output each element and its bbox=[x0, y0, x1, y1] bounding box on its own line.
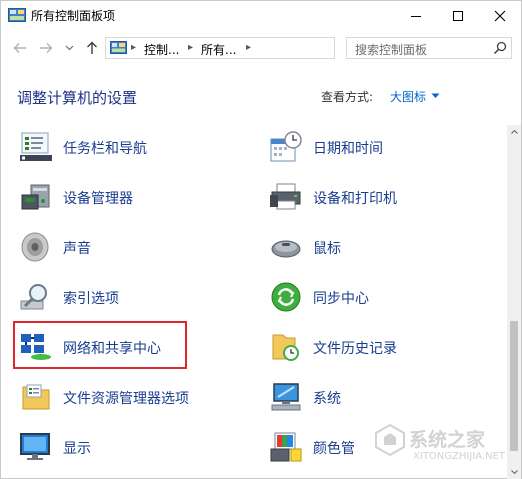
navigation-bar: ▸ 控制... ▸ 所有... ▸ 搜索控制面板 bbox=[1, 31, 521, 65]
up-arrow-icon bbox=[87, 41, 97, 54]
sync-icon bbox=[271, 282, 301, 312]
up-button[interactable] bbox=[83, 39, 101, 57]
item-label: 同步中心 bbox=[313, 291, 369, 307]
back-button[interactable] bbox=[11, 39, 29, 57]
item-system[interactable]: 系统 bbox=[269, 377, 469, 417]
search-icon[interactable] bbox=[493, 41, 507, 55]
window-title: 所有控制面板项 bbox=[31, 9, 116, 23]
forward-button[interactable] bbox=[37, 39, 55, 57]
view-by-label: 查看方式: bbox=[321, 90, 374, 104]
item-label: 显示 bbox=[63, 441, 91, 457]
title-bar: 所有控制面板项 bbox=[1, 1, 521, 31]
address-bar[interactable]: ▸ 控制... ▸ 所有... ▸ bbox=[105, 37, 432, 59]
calendar-clock-icon bbox=[270, 131, 302, 162]
color-management-icon bbox=[270, 432, 302, 462]
watermark: 系统之家 XITONGZHIJIA.NET bbox=[373, 419, 519, 475]
item-sync-center[interactable]: 同步中心 bbox=[269, 277, 469, 317]
item-label: 任务栏和导航 bbox=[63, 141, 147, 157]
file-history-icon bbox=[272, 334, 299, 361]
chevron-right-icon[interactable]: ▸ bbox=[188, 42, 193, 53]
item-devices-printers[interactable]: 设备和打印机 bbox=[269, 177, 469, 217]
recent-locations-button[interactable] bbox=[63, 39, 75, 57]
caret-down-icon[interactable] bbox=[431, 93, 440, 99]
control-panel-icon bbox=[110, 41, 127, 54]
item-label: 鼠标 bbox=[313, 241, 341, 257]
speaker-icon bbox=[21, 232, 49, 262]
item-label: 日期和时间 bbox=[313, 141, 383, 157]
minimize-button[interactable] bbox=[395, 1, 437, 31]
item-label: 文件历史记录 bbox=[313, 341, 397, 357]
back-arrow-icon bbox=[13, 43, 26, 53]
item-sound[interactable]: 声音 bbox=[19, 227, 219, 267]
item-label: 颜色管 bbox=[313, 441, 355, 457]
breadcrumb-control-panel[interactable]: 控制... bbox=[144, 41, 179, 58]
folder-options-icon bbox=[22, 384, 50, 410]
item-date-time[interactable]: 日期和时间 bbox=[269, 127, 469, 167]
control-panel-window: 所有控制面板项 ▸ 控制... ▸ 所有... ▸ 搜索控制面板 调整计算机的设… bbox=[0, 0, 522, 479]
taskbar-icon bbox=[20, 132, 52, 161]
item-display[interactable]: 显示 bbox=[19, 427, 219, 467]
page-title: 调整计算机的设置 bbox=[17, 89, 138, 107]
control-panel-icon bbox=[8, 8, 26, 22]
item-file-history[interactable]: 文件历史记录 bbox=[269, 327, 469, 367]
chevron-right-icon[interactable]: ▸ bbox=[246, 42, 251, 53]
item-file-explorer-options[interactable]: 文件资源管理器选项 bbox=[19, 377, 239, 417]
display-icon bbox=[20, 433, 50, 460]
item-taskbar-navigation[interactable]: 任务栏和导航 bbox=[19, 127, 219, 167]
item-label: 系统 bbox=[313, 391, 341, 407]
indexing-icon bbox=[20, 284, 47, 310]
mouse-icon bbox=[271, 240, 301, 258]
minimize-icon bbox=[411, 16, 421, 17]
item-device-manager[interactable]: 设备管理器 bbox=[19, 177, 219, 217]
chevron-right-icon: ▸ bbox=[131, 42, 137, 53]
device-manager-icon bbox=[21, 184, 50, 210]
item-label: 文件资源管理器选项 bbox=[63, 391, 189, 407]
watermark-text: 系统之家 bbox=[409, 429, 486, 451]
forward-arrow-icon bbox=[40, 43, 53, 53]
close-icon bbox=[494, 10, 506, 22]
scroll-up-button[interactable] bbox=[507, 125, 521, 139]
chevron-up-icon bbox=[510, 130, 518, 134]
search-input[interactable]: 搜索控制面板 bbox=[346, 37, 512, 59]
close-button[interactable] bbox=[479, 1, 521, 31]
item-label: 索引选项 bbox=[63, 291, 119, 307]
maximize-icon bbox=[453, 11, 463, 21]
search-placeholder: 搜索控制面板 bbox=[355, 43, 428, 57]
highlight-box bbox=[13, 321, 187, 369]
chevron-down-icon bbox=[65, 45, 73, 51]
item-mouse[interactable]: 鼠标 bbox=[269, 227, 469, 267]
watermark-logo-icon bbox=[375, 423, 405, 457]
item-label: 设备管理器 bbox=[63, 191, 133, 207]
watermark-url: XITONGZHIJIA.NET bbox=[413, 451, 505, 462]
item-label: 设备和打印机 bbox=[313, 191, 397, 207]
breadcrumb-all-items[interactable]: 所有... bbox=[201, 41, 236, 58]
system-icon bbox=[271, 383, 301, 411]
printer-icon bbox=[270, 183, 301, 210]
view-by-dropdown[interactable]: 大图标 bbox=[390, 88, 426, 105]
item-label: 声音 bbox=[63, 241, 91, 257]
item-indexing-options[interactable]: 索引选项 bbox=[19, 277, 219, 317]
maximize-button[interactable] bbox=[437, 1, 479, 31]
